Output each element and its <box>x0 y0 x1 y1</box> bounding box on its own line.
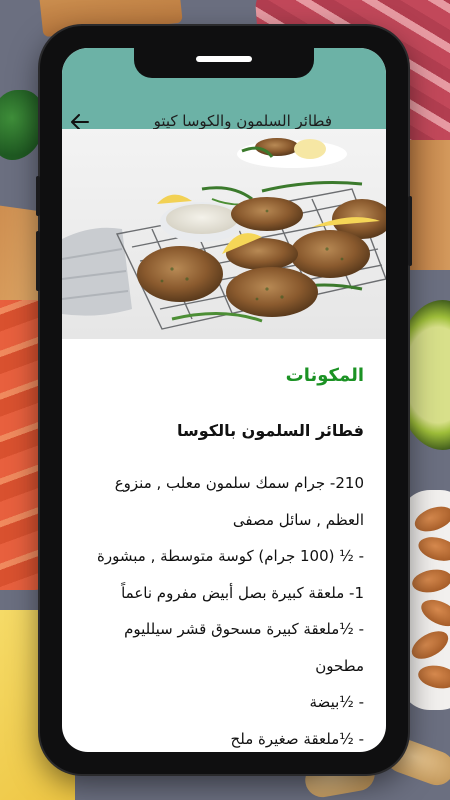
ingredient-item: - ½ (100 جرام) كوسة متوسطة , مبشورة <box>97 547 364 565</box>
recipe-content: المكونات فطائر السلمون بالكوسا 210- جرام… <box>62 339 386 752</box>
ingredients-heading: المكونات <box>285 365 364 386</box>
page-title: فطائر السلمون والكوسا كيتو <box>153 112 332 130</box>
recipe-subtitle: فطائر السلمون بالكوسا <box>177 421 364 440</box>
ingredients-list: 210- جرام سمك سلمون معلب , منزوع العظم ,… <box>82 465 364 752</box>
ingredient-item: - ½ملعقة صغيرة ملح <box>230 729 364 748</box>
arrow-left-icon <box>71 114 89 130</box>
spinach-leaf <box>0 90 45 160</box>
recipe-hero-image <box>62 129 386 339</box>
salmon-zucchini-patties-photo <box>62 138 386 330</box>
ingredient-item: - ½ملعقة كبيرة مسحوق قشر سيلليوم مطحون <box>124 620 364 675</box>
phone-frame: فطائر السلمون والكوسا كيتو المكونات فطائ… <box>36 26 412 774</box>
phone-notch <box>134 48 314 78</box>
speaker-grille <box>196 56 252 62</box>
ingredient-item: 1- ملعقة كبيرة بصل أبيض مفروم ناعماً <box>121 583 364 602</box>
ingredient-item: 210- جرام سمك سلمون معلب , منزوع العظم ,… <box>114 474 364 529</box>
ingredient-item: - ½بيضة <box>309 693 364 711</box>
app-screen: فطائر السلمون والكوسا كيتو المكونات فطائ… <box>62 48 386 752</box>
